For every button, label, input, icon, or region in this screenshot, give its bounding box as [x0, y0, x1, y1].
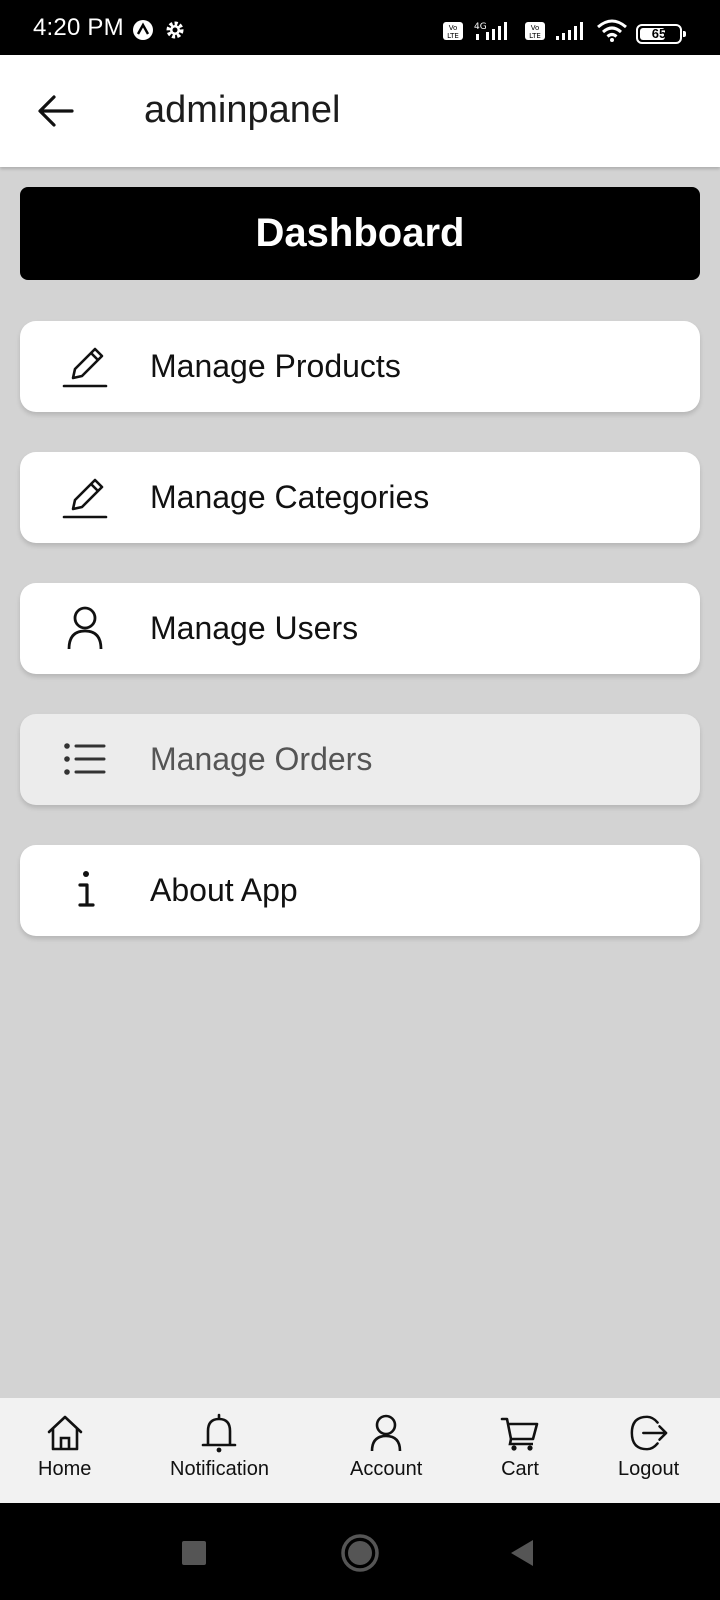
volte-icon: Vo LTE	[524, 21, 546, 46]
nav-item-notification[interactable]: Notification	[170, 1412, 269, 1481]
nav-label: Cart	[501, 1458, 539, 1480]
svg-text:LTE: LTE	[529, 32, 541, 40]
bottom-nav: Home Notification Account Cart Logout	[0, 1398, 720, 1503]
home-icon	[45, 1412, 85, 1454]
page-title: adminpanel	[144, 89, 341, 131]
circle-icon	[341, 1534, 379, 1572]
nav-item-home[interactable]: Home	[38, 1412, 91, 1481]
signal-4g-icon: 4G	[472, 20, 516, 47]
menu-item-label: Manage Products	[150, 348, 401, 384]
nav-label: Logout	[618, 1458, 680, 1480]
menu-item-label: Manage Categories	[150, 479, 430, 515]
info-icon	[60, 865, 110, 915]
triangle-back-icon	[511, 1540, 533, 1566]
nav-item-logout[interactable]: Logout	[618, 1412, 679, 1481]
nav-label: Home	[38, 1458, 92, 1480]
status-bar: 4:20 PM Vo LTE 4G Vo LTE 65	[0, 0, 720, 55]
menu-item-label: About App	[150, 872, 298, 908]
bell-icon	[199, 1412, 239, 1454]
dashboard-banner: Dashboard	[20, 187, 700, 280]
pencil-icon	[60, 341, 110, 391]
menu-item-label: Manage Orders	[150, 741, 373, 777]
menu-item-about-app[interactable]: About App	[20, 845, 700, 936]
menu-list: Manage Products Manage Categories Manage…	[20, 321, 700, 976]
back-system-button[interactable]	[502, 1533, 542, 1573]
wifi-icon	[596, 19, 628, 48]
system-nav-bar	[0, 1503, 720, 1600]
nav-label: Notification	[170, 1458, 269, 1480]
signal-icon	[554, 20, 588, 47]
nav-label: Account	[350, 1458, 423, 1480]
app-header: adminpanel	[0, 55, 720, 167]
arrow-left-icon	[38, 95, 74, 127]
list-icon	[60, 734, 110, 784]
menu-item-manage-orders[interactable]: Manage Orders	[20, 714, 700, 805]
cart-icon	[500, 1412, 540, 1454]
nav-item-account[interactable]: Account	[350, 1412, 422, 1481]
status-time: 4:20 PM	[33, 14, 124, 41]
menu-item-manage-categories[interactable]: Manage Categories	[20, 452, 700, 543]
pencil-icon	[60, 472, 110, 522]
logout-icon	[629, 1412, 669, 1454]
menu-item-manage-products[interactable]: Manage Products	[20, 321, 700, 412]
home-system-button[interactable]	[340, 1533, 380, 1573]
user-icon	[366, 1412, 406, 1454]
recent-apps-button[interactable]	[174, 1533, 214, 1573]
menu-item-manage-users[interactable]: Manage Users	[20, 583, 700, 674]
square-icon	[182, 1541, 206, 1565]
back-button[interactable]	[34, 91, 78, 131]
svg-text:Vo: Vo	[449, 24, 458, 32]
user-icon	[60, 603, 110, 653]
battery-icon: 65	[636, 23, 686, 44]
nav-item-cart[interactable]: Cart	[500, 1412, 540, 1481]
volte-icon: Vo LTE	[442, 21, 464, 46]
menu-item-label: Manage Users	[150, 610, 359, 646]
battery-percent: 65	[651, 26, 667, 41]
app-notification-icon	[132, 19, 154, 46]
settings-gear-icon	[164, 19, 186, 46]
svg-text:4G: 4G	[474, 22, 487, 32]
svg-text:Vo: Vo	[531, 24, 540, 32]
svg-text:LTE: LTE	[447, 32, 459, 40]
